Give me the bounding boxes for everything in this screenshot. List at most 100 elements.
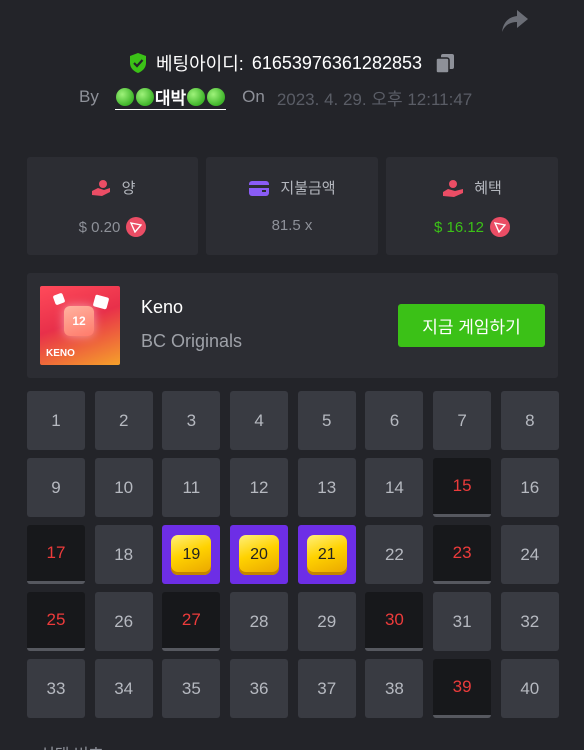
keno-cell-number: 17	[46, 543, 66, 562]
keno-cell-number: 16	[520, 477, 540, 497]
keno-cell[interactable]: 37	[297, 659, 356, 718]
keno-cell[interactable]: 1	[27, 391, 85, 450]
stat-label-amount: 양	[121, 180, 136, 197]
keno-cell-number: 28	[249, 611, 269, 631]
keno-cell-number: 29	[317, 611, 337, 631]
keno-cell-number: 26	[114, 611, 134, 631]
keno-cell[interactable]: 30	[365, 592, 424, 651]
tile-decoration	[92, 294, 110, 310]
selected-numbers-heading: 선택 번호	[40, 741, 103, 750]
keno-cell[interactable]: 11	[162, 458, 221, 517]
keno-cell-number: 25	[46, 610, 66, 629]
keno-cell-number: 19	[182, 545, 201, 563]
keno-cell-number: 20	[250, 545, 268, 563]
keno-cell-number: 3	[186, 410, 197, 430]
keno-cell-number: 27	[181, 610, 201, 629]
keno-cell[interactable]: 2	[94, 391, 153, 450]
keno-cell[interactable]: 39	[433, 659, 492, 718]
keno-cell[interactable]: 17	[27, 525, 85, 584]
keno-cell[interactable]: 38	[365, 659, 424, 718]
game-title[interactable]: Keno	[141, 297, 183, 318]
keno-cell[interactable]: 33	[27, 659, 85, 718]
keno-cell[interactable]: 22	[365, 525, 424, 584]
by-label: By	[79, 87, 99, 106]
on-label: On	[242, 87, 265, 106]
keno-cell[interactable]: 27	[162, 592, 221, 651]
keno-thumbnail[interactable]: 12 KENO	[40, 286, 120, 365]
money-hand-icon	[91, 179, 110, 196]
user-payout-icon	[443, 179, 464, 197]
keno-cell[interactable]: 36	[230, 659, 289, 718]
keno-cell-number: 40	[520, 678, 540, 698]
keno-cell[interactable]: 7	[433, 391, 492, 450]
keno-cell[interactable]: 5	[297, 391, 356, 450]
gem-icon: 19	[171, 534, 212, 575]
keno-cell-number: 30	[384, 610, 404, 629]
keno-cell[interactable]: 4	[230, 391, 289, 450]
copy-icon[interactable]	[434, 52, 456, 74]
keno-cell-number: 1	[51, 410, 61, 430]
keno-cell-number: 31	[452, 611, 472, 631]
tile-decoration	[52, 292, 66, 306]
keno-cell[interactable]: 31	[433, 592, 492, 651]
bet-date: 2023. 4. 29. 오후 12:11:47	[276, 89, 473, 109]
keno-cell[interactable]: 8	[500, 391, 559, 450]
tron-icon	[126, 217, 147, 237]
keno-cell-number: 32	[520, 611, 540, 631]
keno-cell-number: 11	[182, 477, 201, 497]
green-ball-icon	[187, 87, 206, 106]
user-name-link[interactable]: 대박	[114, 84, 227, 110]
keno-cell-number: 24	[520, 544, 540, 564]
keno-cell[interactable]: 3	[162, 391, 221, 450]
keno-cell-number: 4	[254, 410, 264, 430]
keno-cell[interactable]: 9	[27, 458, 85, 517]
keno-cell-number: 7	[457, 410, 467, 430]
keno-cell[interactable]: 13	[297, 458, 356, 517]
keno-cell[interactable]: 14	[365, 458, 424, 517]
green-ball-icon	[135, 87, 154, 106]
keno-cell-number: 18	[114, 544, 134, 564]
verified-shield-icon	[130, 53, 146, 73]
keno-cell[interactable]: 23	[433, 525, 492, 584]
tron-icon	[490, 217, 511, 237]
wallet-icon	[249, 180, 270, 196]
keno-cell[interactable]: 24	[500, 525, 559, 584]
keno-cell[interactable]: 10	[94, 458, 153, 517]
share-icon[interactable]	[500, 8, 530, 34]
stat-card-amount: 양 $ 0.20	[27, 157, 198, 255]
keno-cell[interactable]: 34	[94, 659, 153, 718]
keno-cell[interactable]: 21	[297, 525, 356, 584]
keno-cell[interactable]: 19	[162, 525, 221, 584]
keno-cell[interactable]: 35	[162, 659, 221, 718]
game-card: 12 KENO Keno BC Originals 지금 게임하기	[27, 273, 558, 378]
keno-cell-number: 21	[317, 545, 336, 563]
stat-value-amount: $ 0.20	[78, 218, 121, 236]
user-name: 대박	[154, 89, 187, 108]
keno-cell[interactable]: 12	[230, 458, 289, 517]
keno-cell[interactable]: 28	[230, 592, 289, 651]
play-now-button[interactable]: 지금 게임하기	[398, 304, 545, 347]
keno-cell[interactable]: 40	[500, 659, 559, 718]
keno-cell-number: 8	[525, 410, 535, 430]
keno-cell-number: 15	[452, 476, 472, 495]
keno-cell[interactable]: 29	[297, 592, 356, 651]
keno-cell-number: 9	[51, 477, 61, 497]
keno-cell-number: 2	[118, 410, 129, 430]
game-provider: BC Originals	[141, 331, 243, 351]
stat-value-profit: $ 16.12	[433, 218, 485, 236]
keno-cell[interactable]: 16	[500, 458, 559, 517]
keno-cell-number: 10	[114, 477, 134, 497]
keno-cell[interactable]: 6	[365, 391, 424, 450]
keno-cell[interactable]: 32	[500, 592, 559, 651]
keno-cell[interactable]: 15	[433, 458, 492, 517]
keno-cell[interactable]: 20	[230, 525, 289, 584]
keno-cell-number: 35	[181, 678, 201, 698]
gem-icon: 20	[239, 534, 280, 575]
keno-cell[interactable]: 18	[94, 525, 153, 584]
stat-card-payout: 지불금액 81.5 x	[206, 157, 378, 255]
keno-cell[interactable]: 26	[94, 592, 153, 651]
keno-grid: 1 2 3 4 5 6 7 8 9 10 11 12 13 14 15 16 17 18 19 20 21 22 23 24 2…	[27, 391, 559, 718]
keno-cell-number: 33	[46, 678, 66, 698]
keno-cell-number: 14	[384, 477, 404, 497]
keno-cell[interactable]: 25	[27, 592, 85, 651]
